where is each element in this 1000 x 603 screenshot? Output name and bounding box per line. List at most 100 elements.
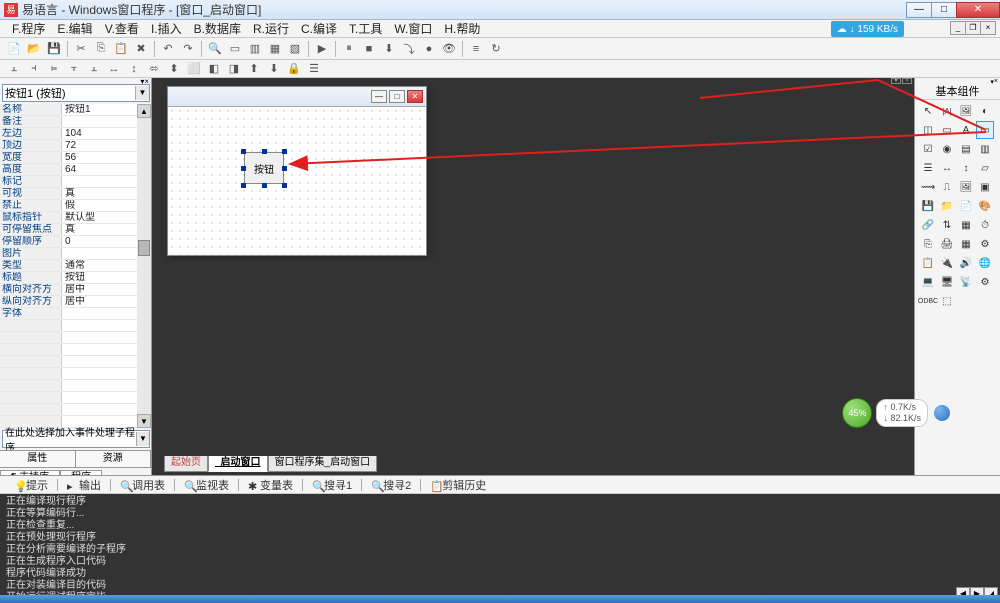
property-value[interactable]: 真 — [62, 188, 137, 199]
tool-shape-icon[interactable]: ◐ — [976, 102, 994, 120]
property-value[interactable]: 真 — [62, 224, 137, 235]
tool-hyperlink-icon[interactable]: 🔗 — [919, 216, 937, 234]
property-value[interactable]: 通常 — [62, 260, 137, 271]
tool-spin-icon[interactable]: ⇅ — [938, 216, 956, 234]
object-selector[interactable]: 按钮1 (按钮) ▼ — [2, 84, 150, 102]
speed-ball-icon[interactable] — [934, 405, 950, 421]
align-top-icon[interactable]: ⫟ — [65, 60, 83, 78]
tool-vscroll-icon[interactable]: ↕ — [957, 159, 975, 177]
menu-database[interactable]: B.数据库 — [188, 20, 247, 37]
property-value[interactable]: 按钮 — [62, 272, 137, 283]
resize-handle[interactable] — [282, 149, 287, 154]
tool-color-icon[interactable]: 🎨 — [976, 197, 994, 215]
tool-slider-icon[interactable]: ⟿ — [919, 178, 937, 196]
property-value[interactable]: 0 — [62, 236, 137, 247]
tool-odbc2-icon[interactable]: ODBC — [919, 292, 937, 310]
tab-properties[interactable]: 属性 — [0, 451, 76, 468]
tool-serial-icon[interactable]: 🔌 — [938, 254, 956, 272]
property-row[interactable]: 宽度56 — [0, 152, 137, 164]
tool-listbox-icon[interactable]: ☰ — [919, 159, 937, 177]
doc-tab-start[interactable]: 起始页 — [164, 456, 208, 472]
tool-progress-icon[interactable]: ▱ — [976, 159, 994, 177]
tool-udp-icon[interactable]: 📡 — [957, 273, 975, 291]
property-row[interactable]: 鼠标指针默认型 — [0, 212, 137, 224]
property-value[interactable]: 按钮1 — [62, 104, 137, 115]
run-icon[interactable]: ▶ — [313, 40, 331, 58]
stop-icon[interactable]: ■ — [360, 40, 378, 58]
tool-file-icon[interactable]: 📄 — [957, 197, 975, 215]
menu-editor-icon[interactable]: ☰ — [305, 60, 323, 78]
design-window[interactable]: — □ ✕ 按钮 — [167, 86, 427, 256]
same-width-icon[interactable]: ⬄ — [145, 60, 163, 78]
taskbar[interactable] — [0, 595, 1000, 603]
start-button[interactable] — [0, 595, 40, 603]
dock-close-icon[interactable]: × — [902, 78, 912, 84]
align-left-icon[interactable]: ⫠ — [5, 60, 23, 78]
tool-draw-icon[interactable]: ◫ — [919, 121, 937, 139]
pause-icon[interactable]: ⏸ — [340, 40, 358, 58]
property-value[interactable] — [62, 308, 137, 319]
copy-icon[interactable]: ⎘ — [92, 40, 110, 58]
cut-icon[interactable]: ✂ — [72, 40, 90, 58]
property-row[interactable]: 可停留焦点真 — [0, 224, 137, 236]
tool-server-icon[interactable]: 🖥 — [938, 273, 956, 291]
align-middle-icon[interactable]: ⫠ — [85, 60, 103, 78]
doc-tab-assembly[interactable]: 窗口程序集_启动窗口 — [268, 456, 378, 472]
property-row[interactable]: 备注 — [0, 116, 137, 128]
mdi-minimize[interactable]: _ — [950, 21, 966, 35]
vspace-icon[interactable]: ↕ — [125, 60, 143, 78]
align-icon[interactable]: ≡ — [467, 40, 485, 58]
center-v-icon[interactable]: ◨ — [225, 60, 243, 78]
resize-handle[interactable] — [282, 166, 287, 171]
output-tab-watch[interactable]: 🔍监视表 — [178, 477, 235, 493]
tool-table-icon[interactable]: ▦ — [957, 235, 975, 253]
maximize-button[interactable]: □ — [931, 2, 957, 18]
save-icon[interactable]: 💾 — [45, 40, 63, 58]
scroll-up-icon[interactable]: ▲ — [137, 104, 151, 118]
property-row[interactable]: 左边104 — [0, 128, 137, 140]
property-value[interactable]: 假 — [62, 200, 137, 211]
code-icon[interactable]: ▥ — [246, 40, 264, 58]
output-tab-clip[interactable]: 📋剪辑历史 — [424, 477, 492, 493]
property-row[interactable]: 标题按钮 — [0, 272, 137, 284]
tool-check-icon[interactable]: ☑ — [919, 140, 937, 158]
align-right-icon[interactable]: ⫢ — [45, 60, 63, 78]
property-row[interactable]: 停留顺序0 — [0, 236, 137, 248]
property-row[interactable]: 高度64 — [0, 164, 137, 176]
output-tab-vars[interactable]: ✱变量表 — [242, 477, 299, 493]
property-value[interactable]: 72 — [62, 140, 137, 151]
property-row[interactable]: 名称按钮1 — [0, 104, 137, 116]
output-tab-hint[interactable]: 💡提示 — [8, 477, 54, 493]
tool-client-icon[interactable]: 💻 — [919, 273, 937, 291]
tool-button-icon[interactable]: ▭ — [976, 121, 994, 139]
output-tab-find1[interactable]: 🔍搜寻1 — [306, 477, 358, 493]
minimize-button[interactable]: — — [906, 2, 932, 18]
tool-common-dlg-icon[interactable]: ▦ — [957, 216, 975, 234]
tool-print-icon[interactable]: 🖨 — [938, 235, 956, 253]
menu-program[interactable]: F.程序 — [6, 20, 51, 37]
scroll-thumb[interactable] — [138, 240, 150, 256]
property-value[interactable]: 64 — [62, 164, 137, 175]
menu-tools[interactable]: T.工具 — [343, 20, 388, 37]
new-icon[interactable]: 📄 — [5, 40, 23, 58]
menu-compile[interactable]: C.编译 — [295, 20, 343, 37]
menu-help[interactable]: H.帮助 — [438, 20, 486, 37]
tool-extra-icon[interactable]: ⬚ — [938, 292, 956, 310]
same-height-icon[interactable]: ⬍ — [165, 60, 183, 78]
menu-insert[interactable]: I.插入 — [145, 20, 188, 37]
dw-minimize-icon[interactable]: — — [371, 90, 387, 103]
undo-icon[interactable]: ↶ — [159, 40, 177, 58]
step-icon[interactable]: ⬇ — [380, 40, 398, 58]
tool-label2-icon[interactable]: A — [957, 121, 975, 139]
property-value[interactable]: 居中 — [62, 284, 137, 295]
dw-close-icon[interactable]: ✕ — [407, 90, 423, 103]
speed-circle[interactable]: 45% — [842, 398, 872, 428]
tool-tab-icon[interactable]: ⎍ — [938, 178, 956, 196]
hspace-icon[interactable]: ↔ — [105, 60, 123, 78]
find-icon[interactable]: 🔍 — [206, 40, 224, 58]
property-row[interactable]: 顶边72 — [0, 140, 137, 152]
tool-list-icon[interactable]: ▥ — [976, 140, 994, 158]
tool-image-icon[interactable]: 🖼 — [957, 102, 975, 120]
breakpoint-icon[interactable]: ● — [420, 40, 438, 58]
speed-overlay[interactable]: 45% 0.7K/s 82.1K/s — [842, 398, 950, 428]
